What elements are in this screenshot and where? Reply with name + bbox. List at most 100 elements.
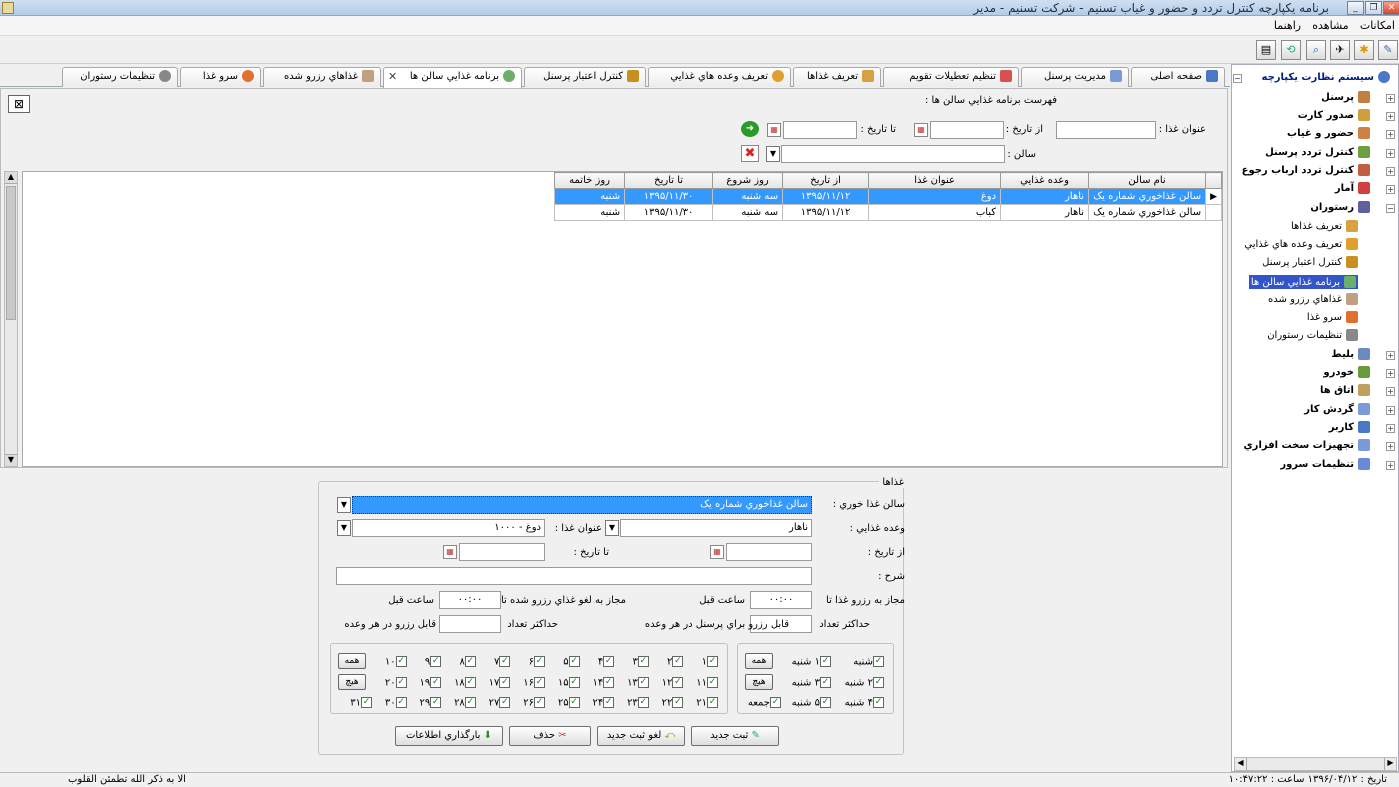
col-to-date[interactable]: تا تاريخ xyxy=(624,172,714,189)
expand-icon[interactable]: + xyxy=(1386,387,1395,396)
scroll-down-icon[interactable]: ▼ xyxy=(5,454,17,466)
tree-child-6[interactable]: تنظيمات رستوران xyxy=(1267,329,1358,341)
food-select[interactable]: دوغ - ۱۰۰۰ xyxy=(352,519,545,537)
scroll-left-icon[interactable]: ◀ xyxy=(1235,758,1247,770)
to-date-filter-input[interactable] xyxy=(783,121,857,139)
day-checkbox[interactable]: ✓۱۶ xyxy=(523,677,545,689)
tree-item-0[interactable]: پرسنل xyxy=(1321,91,1370,103)
expand-icon[interactable]: + xyxy=(1386,424,1395,433)
tree-item2-0[interactable]: بليط xyxy=(1331,348,1370,360)
expand-icon[interactable]: − xyxy=(1386,204,1395,213)
expand-icon[interactable]: + xyxy=(1386,167,1395,176)
tree-child-0[interactable]: تعريف غذاها xyxy=(1291,220,1358,232)
tree-child-2[interactable]: کنترل اعتبار پرسنل xyxy=(1262,256,1358,268)
day-checkbox[interactable]: ✓۱۱ xyxy=(696,677,718,689)
day-checkbox[interactable]: ✓۵ xyxy=(563,656,580,668)
tree-child-3[interactable]: برنامه غذايي سالن ها xyxy=(1248,275,1358,289)
day-checkbox[interactable]: ✓۱۹ xyxy=(419,677,442,689)
cancel-new-button[interactable]: ⤺ لغو ثبت جديد xyxy=(597,726,685,746)
collapse-icon[interactable]: − xyxy=(1233,74,1242,83)
day-checkbox[interactable]: ✓۲۷ xyxy=(489,697,511,709)
day-checkbox[interactable]: ✓۲۹ xyxy=(419,697,442,709)
day-checkbox[interactable]: ✓۳۰ xyxy=(385,697,407,709)
filter-toggle-icon[interactable]: ⊠ xyxy=(8,95,30,113)
expand-icon[interactable]: + xyxy=(1386,351,1395,360)
from-date-calendar-icon[interactable]: ▦ xyxy=(914,123,928,137)
table-row[interactable]: سالن غذاخوري شماره يک ناهار کباب ۱۳۹۵/۱۱… xyxy=(554,204,1222,221)
tree-item2-5[interactable]: تجهيزات سخت افزاري xyxy=(1244,439,1370,451)
col-meal[interactable]: وعده غذايي xyxy=(1000,172,1090,189)
notes-icon[interactable]: ✎ xyxy=(1378,40,1398,60)
expand-icon[interactable]: + xyxy=(1386,406,1395,415)
clear-filter-icon[interactable]: ✖ xyxy=(741,145,759,162)
col-food-title[interactable]: عنوان غذا xyxy=(868,172,1002,189)
day-checkbox[interactable]: ✓۳ xyxy=(632,656,649,668)
day-checkbox[interactable]: ✓۱۵ xyxy=(558,677,580,689)
col-end-day[interactable]: روز خاتمه xyxy=(554,172,626,189)
max-count-input-2[interactable] xyxy=(439,615,501,633)
refresh-icon[interactable]: ⟲ xyxy=(1281,40,1301,60)
from-date-calendar-icon[interactable]: ▦ xyxy=(710,545,724,559)
close-button[interactable]: ✕ xyxy=(1383,1,1399,15)
weekday-checkbox[interactable]: ✓جمعه xyxy=(748,697,781,709)
all-days-button[interactable]: همه xyxy=(338,653,366,669)
day-checkbox[interactable]: ✓۲۲ xyxy=(662,697,684,709)
tab-home[interactable]: صفحه اصلی xyxy=(1131,67,1225,87)
tree-item-5[interactable]: آمار xyxy=(1335,182,1370,194)
menu-options[interactable]: امکانات xyxy=(1356,16,1399,35)
chevron-down-icon[interactable]: ▼ xyxy=(337,520,351,536)
horizontal-scrollbar[interactable]: ◀ ▶ xyxy=(1234,757,1397,771)
weekday-checkbox[interactable]: ✓۲ شنبه xyxy=(845,677,884,689)
chevron-down-icon[interactable]: ▼ xyxy=(605,520,619,536)
meal-select[interactable]: ناهار xyxy=(620,519,812,537)
tab-hall-program[interactable]: برنامه غذايي سالن ها ✕ xyxy=(383,67,522,88)
expand-icon[interactable]: + xyxy=(1386,461,1395,470)
hall-filter-select[interactable] xyxy=(781,145,1005,163)
tree-child-1[interactable]: تعريف وعده هاي غذايي xyxy=(1244,238,1358,250)
from-date-input[interactable] xyxy=(726,543,812,561)
tab-meals[interactable]: تعریف وعده هاي غذايي xyxy=(648,67,791,87)
tree-item2-4[interactable]: کاربر xyxy=(1329,421,1370,433)
no-weekdays-button[interactable]: هيچ xyxy=(745,674,773,690)
tree-child-5[interactable]: سرو غذا xyxy=(1307,311,1358,323)
day-checkbox[interactable]: ✓۱ xyxy=(702,656,718,668)
col-start-day[interactable]: روز شروع xyxy=(712,172,784,189)
table-row[interactable]: ▶ سالن غذاخوري شماره يک ناهار دوغ ۱۳۹۵/۱… xyxy=(554,188,1222,205)
scroll-up-icon[interactable]: ▲ xyxy=(5,172,17,184)
to-date-input[interactable] xyxy=(459,543,545,561)
apply-filter-icon[interactable]: ➜ xyxy=(741,121,759,137)
scroll-thumb[interactable] xyxy=(6,186,16,320)
day-checkbox[interactable]: ✓۲۴ xyxy=(592,697,615,709)
all-weekdays-button[interactable]: همه xyxy=(745,653,773,669)
day-checkbox[interactable]: ✓۷ xyxy=(494,656,511,668)
weekday-checkbox[interactable]: ✓۳ شنبه xyxy=(792,677,831,689)
day-checkbox[interactable]: ✓۱۸ xyxy=(454,677,476,689)
hall-select[interactable]: سالن غذاخوري شماره يک xyxy=(352,496,812,514)
tree-item-6[interactable]: رستوران xyxy=(1310,201,1370,213)
day-checkbox[interactable]: ✓۴ xyxy=(598,656,615,668)
hall-program-grid[interactable]: نام سالن وعده غذايي عنوان غذا از تاريخ ر… xyxy=(22,171,1223,467)
day-checkbox[interactable]: ✓۱۲ xyxy=(662,677,684,689)
minimize-button[interactable]: _ xyxy=(1347,1,1364,15)
col-hall-name[interactable]: نام سالن xyxy=(1088,172,1207,189)
print-icon[interactable]: ▤ xyxy=(1256,40,1276,60)
description-input[interactable] xyxy=(336,567,812,585)
delete-button[interactable]: ✂ حذف xyxy=(509,726,591,746)
tab-foods[interactable]: تعریف غذاها xyxy=(793,67,881,87)
tree-root[interactable]: سيستم نظارت يکپارچه xyxy=(1262,71,1390,83)
cancel-until-input[interactable]: ۰۰:۰۰ xyxy=(439,591,501,609)
col-from-date[interactable]: از تاريخ xyxy=(782,172,870,189)
tree-item2-1[interactable]: خودرو xyxy=(1323,366,1370,378)
day-checkbox[interactable]: ✓۱۰ xyxy=(385,656,407,668)
tree-item-2[interactable]: حضور و غياب xyxy=(1287,127,1370,139)
menu-help[interactable]: راهنما xyxy=(1270,16,1305,35)
tab-personnel[interactable]: مدیریت پرسنل xyxy=(1021,67,1129,87)
tree-item2-6[interactable]: تنظيمات سرور xyxy=(1280,458,1370,470)
tab-serve[interactable]: سرو غذا xyxy=(180,67,261,87)
tree-item-4[interactable]: کنترل تردد ارباب رجوع xyxy=(1242,164,1370,176)
weekday-checkbox[interactable]: ✓۴ شنبه xyxy=(845,697,884,709)
day-checkbox[interactable]: ✓۱۳ xyxy=(627,677,649,689)
to-date-calendar-icon[interactable]: ▦ xyxy=(767,123,781,137)
close-tab-icon[interactable]: ✕ xyxy=(388,68,397,86)
day-checkbox[interactable]: ✓۲۰ xyxy=(385,677,407,689)
